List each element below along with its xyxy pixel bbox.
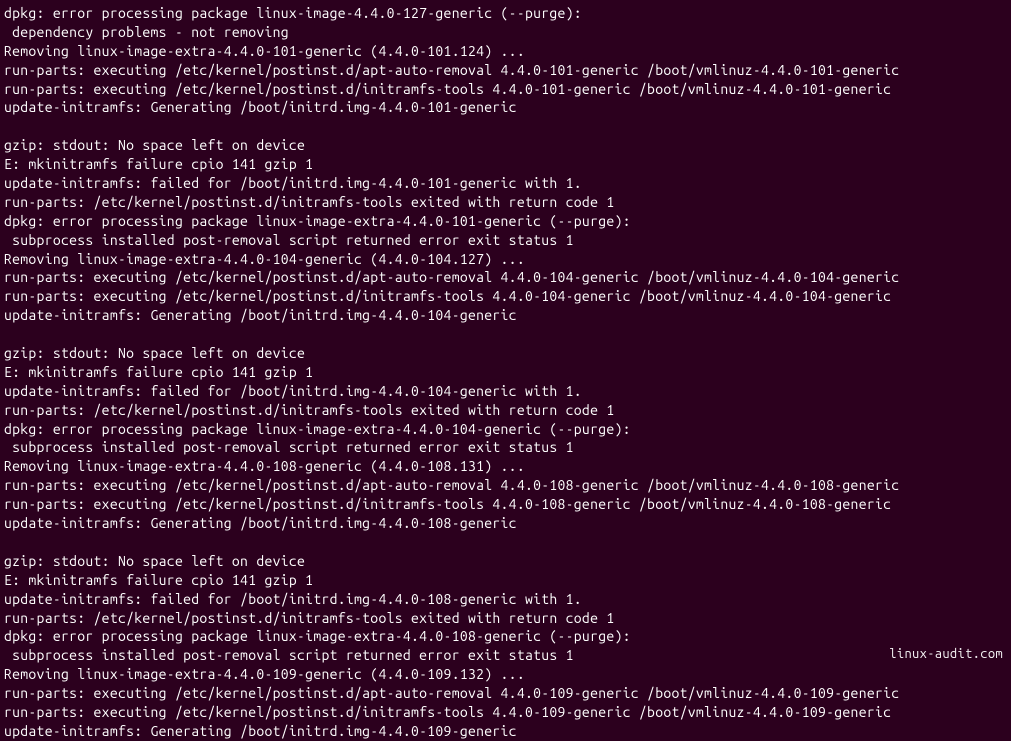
terminal-line: Removing linux-image-extra-4.4.0-101-gen…	[4, 42, 1011, 61]
terminal-line	[4, 325, 1011, 344]
terminal-line	[4, 533, 1011, 552]
terminal-line: run-parts: executing /etc/kernel/postins…	[4, 287, 1011, 306]
terminal-line: run-parts: executing /etc/kernel/postins…	[4, 476, 1011, 495]
terminal-line: run-parts: executing /etc/kernel/postins…	[4, 80, 1011, 99]
terminal-line: run-parts: executing /etc/kernel/postins…	[4, 684, 1011, 703]
terminal-line: gzip: stdout: No space left on device	[4, 136, 1011, 155]
terminal-line: update-initramfs: Generating /boot/initr…	[4, 722, 1011, 741]
terminal-line: run-parts: /etc/kernel/postinst.d/initra…	[4, 609, 1011, 628]
terminal-line: run-parts: /etc/kernel/postinst.d/initra…	[4, 401, 1011, 420]
terminal-line: update-initramfs: Generating /boot/initr…	[4, 98, 1011, 117]
terminal-line: subprocess installed post-removal script…	[4, 438, 1011, 457]
terminal-line: dpkg: error processing package linux-ima…	[4, 627, 1011, 646]
terminal-line: Removing linux-image-extra-4.4.0-109-gen…	[4, 665, 1011, 684]
terminal-line: run-parts: executing /etc/kernel/postins…	[4, 703, 1011, 722]
terminal-line: run-parts: /etc/kernel/postinst.d/initra…	[4, 193, 1011, 212]
terminal-line: gzip: stdout: No space left on device	[4, 552, 1011, 571]
terminal-line: run-parts: executing /etc/kernel/postins…	[4, 61, 1011, 80]
terminal-line: Removing linux-image-extra-4.4.0-108-gen…	[4, 457, 1011, 476]
terminal-line: E: mkinitramfs failure cpio 141 gzip 1	[4, 363, 1011, 382]
terminal-line: dpkg: error processing package linux-ima…	[4, 420, 1011, 439]
terminal-line: update-initramfs: failed for /boot/initr…	[4, 174, 1011, 193]
terminal-line	[4, 117, 1011, 136]
terminal-line: update-initramfs: failed for /boot/initr…	[4, 382, 1011, 401]
terminal-line: update-initramfs: Generating /boot/initr…	[4, 306, 1011, 325]
terminal-line: dependency problems - not removing	[4, 23, 1011, 42]
terminal-output: dpkg: error processing package linux-ima…	[4, 4, 1011, 741]
terminal-line: dpkg: error processing package linux-ima…	[4, 212, 1011, 231]
terminal-line: subprocess installed post-removal script…	[4, 231, 1011, 250]
terminal-line: dpkg: error processing package linux-ima…	[4, 4, 1011, 23]
terminal-line: update-initramfs: failed for /boot/initr…	[4, 590, 1011, 609]
terminal-line: gzip: stdout: No space left on device	[4, 344, 1011, 363]
terminal-line: run-parts: executing /etc/kernel/postins…	[4, 495, 1011, 514]
terminal-line: subprocess installed post-removal script…	[4, 646, 1011, 665]
terminal-line: Removing linux-image-extra-4.4.0-104-gen…	[4, 250, 1011, 269]
terminal-line: E: mkinitramfs failure cpio 141 gzip 1	[4, 155, 1011, 174]
terminal-line: update-initramfs: Generating /boot/initr…	[4, 514, 1011, 533]
terminal-line: E: mkinitramfs failure cpio 141 gzip 1	[4, 571, 1011, 590]
watermark-text: linux-audit.com	[889, 646, 1003, 664]
terminal-line: run-parts: executing /etc/kernel/postins…	[4, 268, 1011, 287]
